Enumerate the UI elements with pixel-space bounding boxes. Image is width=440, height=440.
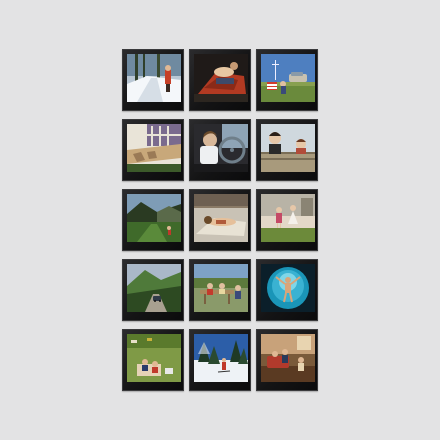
slide-7-photo bbox=[127, 194, 181, 242]
slide-9-photo bbox=[261, 194, 315, 242]
slide-9[interactable] bbox=[256, 189, 318, 251]
slide-8-photo bbox=[194, 194, 248, 242]
slide-13[interactable] bbox=[122, 329, 184, 391]
slide-10[interactable] bbox=[122, 259, 184, 321]
slide-14[interactable] bbox=[189, 329, 251, 391]
slide-7[interactable] bbox=[122, 189, 184, 251]
slide-4[interactable] bbox=[122, 119, 184, 181]
slide-6-photo bbox=[261, 124, 315, 172]
slide-5[interactable] bbox=[189, 119, 251, 181]
slide-1-photo bbox=[127, 54, 181, 102]
slide-10-photo bbox=[127, 264, 181, 312]
slide-15[interactable] bbox=[256, 329, 318, 391]
slide-5-photo bbox=[194, 124, 248, 172]
slide-12-photo bbox=[261, 264, 315, 312]
slide-6[interactable] bbox=[256, 119, 318, 181]
slide-12[interactable] bbox=[256, 259, 318, 321]
slide-11[interactable] bbox=[189, 259, 251, 321]
slide-2-photo bbox=[194, 54, 248, 102]
slide-2[interactable] bbox=[189, 49, 251, 111]
slide-13-photo bbox=[127, 334, 181, 382]
slide-3-photo bbox=[261, 54, 315, 102]
slide-15-photo bbox=[261, 334, 315, 382]
slide-1[interactable] bbox=[122, 49, 184, 111]
slide-4-photo bbox=[127, 124, 181, 172]
slide-3[interactable] bbox=[256, 49, 318, 111]
slide-11-photo bbox=[194, 264, 248, 312]
slide-gallery bbox=[0, 0, 440, 440]
slide-8[interactable] bbox=[189, 189, 251, 251]
slide-14-photo bbox=[194, 334, 248, 382]
